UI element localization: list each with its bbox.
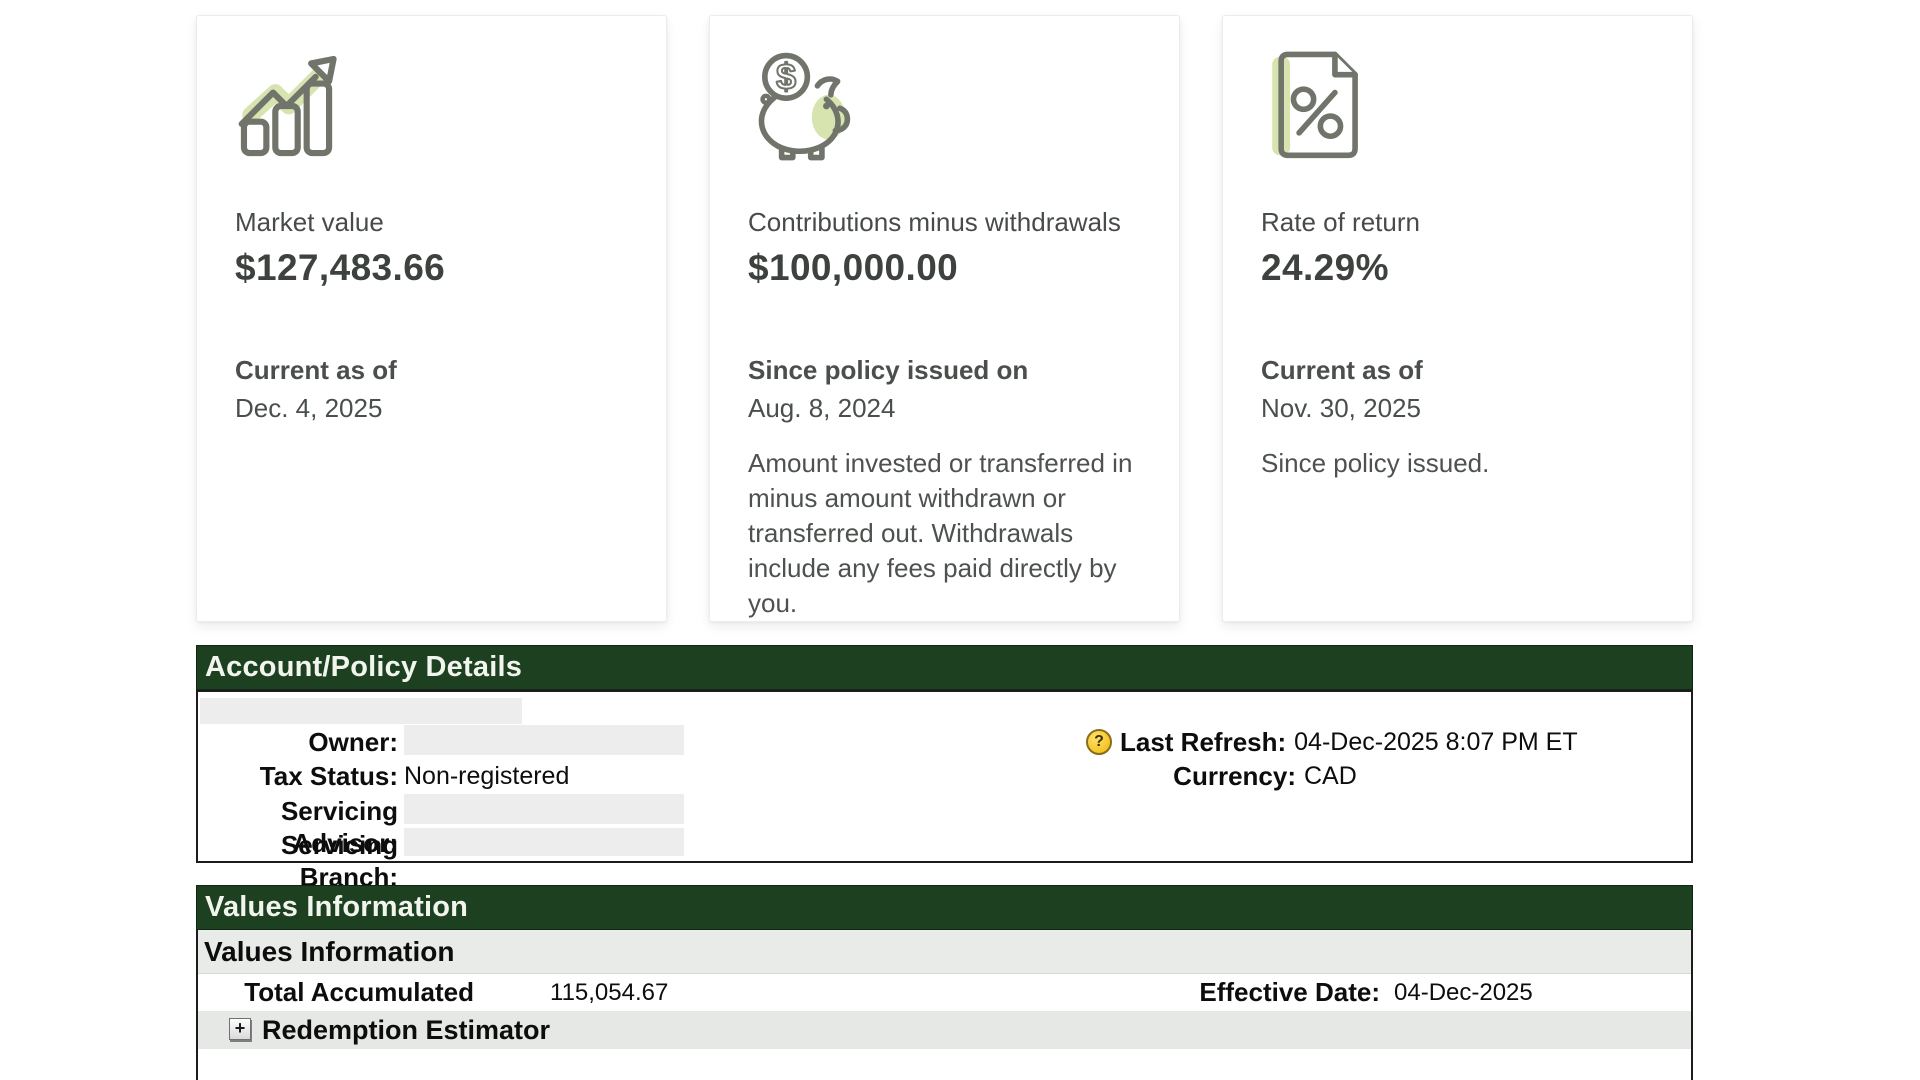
values-information-header: Values Information xyxy=(196,885,1693,930)
card-caption: Current as of Dec. 4, 2025 xyxy=(235,354,628,424)
servicing-branch-row: Servicing Branch: xyxy=(198,829,1691,861)
last-refresh-label: Last Refresh: xyxy=(1120,726,1286,758)
question-mark-icon[interactable]: ? xyxy=(1086,729,1112,755)
values-information-box: Values Information Total Accumulated Val… xyxy=(196,930,1693,1080)
total-accumulated-value-row: Total Accumulated Value: 115,054.67 Effe… xyxy=(198,974,1691,1011)
effective-date-label: Effective Date: xyxy=(1198,974,1380,1011)
plus-expand-icon[interactable]: + xyxy=(229,1018,251,1040)
account-policy-details-header: Account/Policy Details xyxy=(196,645,1693,690)
market-value-card: Market value $127,483.66 Current as of D… xyxy=(196,15,667,622)
tax-status-value: Non-registered xyxy=(404,760,569,792)
card-caption: Since policy issued on Aug. 8, 2024 xyxy=(748,354,1141,424)
card-title: Contributions minus withdrawals xyxy=(748,206,1141,238)
caption-date: Nov. 30, 2025 xyxy=(1261,392,1654,424)
currency-value: CAD xyxy=(1304,760,1357,792)
servicing-advisor-row: Servicing Advisor: xyxy=(198,795,1691,827)
contributions-amount: $100,000.00 xyxy=(748,246,1141,290)
caption-date: Aug. 8, 2024 xyxy=(748,392,1141,424)
redemption-estimator-row[interactable]: + Redemption Estimator xyxy=(198,1011,1691,1049)
card-title: Market value xyxy=(235,206,628,238)
currency-label: Currency: xyxy=(1086,760,1296,792)
growth-chart-icon xyxy=(235,50,347,162)
account-policy-details-box: Owner: Tax Status: Non-registered Servic… xyxy=(196,690,1693,863)
redacted-branch-value xyxy=(404,828,684,856)
last-refresh-row: ? Last Refresh: 04-Dec-2025 8:07 PM ET xyxy=(1086,726,1578,758)
card-title: Rate of return xyxy=(1261,206,1654,238)
summary-cards-row: Market value $127,483.66 Current as of D… xyxy=(196,15,1693,622)
card-description: Amount invested or transferred in minus … xyxy=(748,446,1141,621)
market-value-amount: $127,483.66 xyxy=(235,246,628,290)
currency-row: Currency: CAD xyxy=(1086,760,1357,792)
contributions-card: $ Contributions minus withdrawals $100,0… xyxy=(709,15,1180,622)
total-accumulated-value: 115,054.67 xyxy=(550,974,668,1011)
rate-of-return-card: Rate of return 24.29% Current as of Nov.… xyxy=(1222,15,1693,622)
servicing-branch-label: Servicing Branch: xyxy=(198,829,398,893)
tax-status-row: Tax Status: Non-registered xyxy=(198,760,1691,792)
caption-label: Current as of xyxy=(235,354,628,386)
redacted-owner-value xyxy=(404,725,684,755)
caption-date: Dec. 4, 2025 xyxy=(235,392,628,424)
percent-document-icon xyxy=(1261,50,1373,162)
piggy-bank-icon: $ xyxy=(748,50,860,162)
last-refresh-value: 04-Dec-2025 8:07 PM ET xyxy=(1294,726,1577,758)
caption-label: Current as of xyxy=(1261,354,1654,386)
tax-status-label: Tax Status: xyxy=(198,760,398,792)
effective-date-value: 04-Dec-2025 xyxy=(1394,974,1533,1011)
rate-of-return-amount: 24.29% xyxy=(1261,246,1654,290)
redemption-estimator-label: Redemption Estimator xyxy=(262,1011,550,1049)
redacted-policy-strip xyxy=(200,698,522,724)
card-description: Since policy issued. xyxy=(1261,446,1654,481)
redacted-advisor-value xyxy=(404,794,684,824)
card-caption: Current as of Nov. 30, 2025 xyxy=(1261,354,1654,424)
account-overview-page: { "cards": [ { "icon": "growth-chart-ico… xyxy=(0,0,1920,1080)
caption-label: Since policy issued on xyxy=(748,354,1141,386)
owner-label: Owner: xyxy=(198,726,398,758)
svg-text:$: $ xyxy=(776,57,796,97)
values-information-subheader: Values Information xyxy=(198,930,1691,974)
